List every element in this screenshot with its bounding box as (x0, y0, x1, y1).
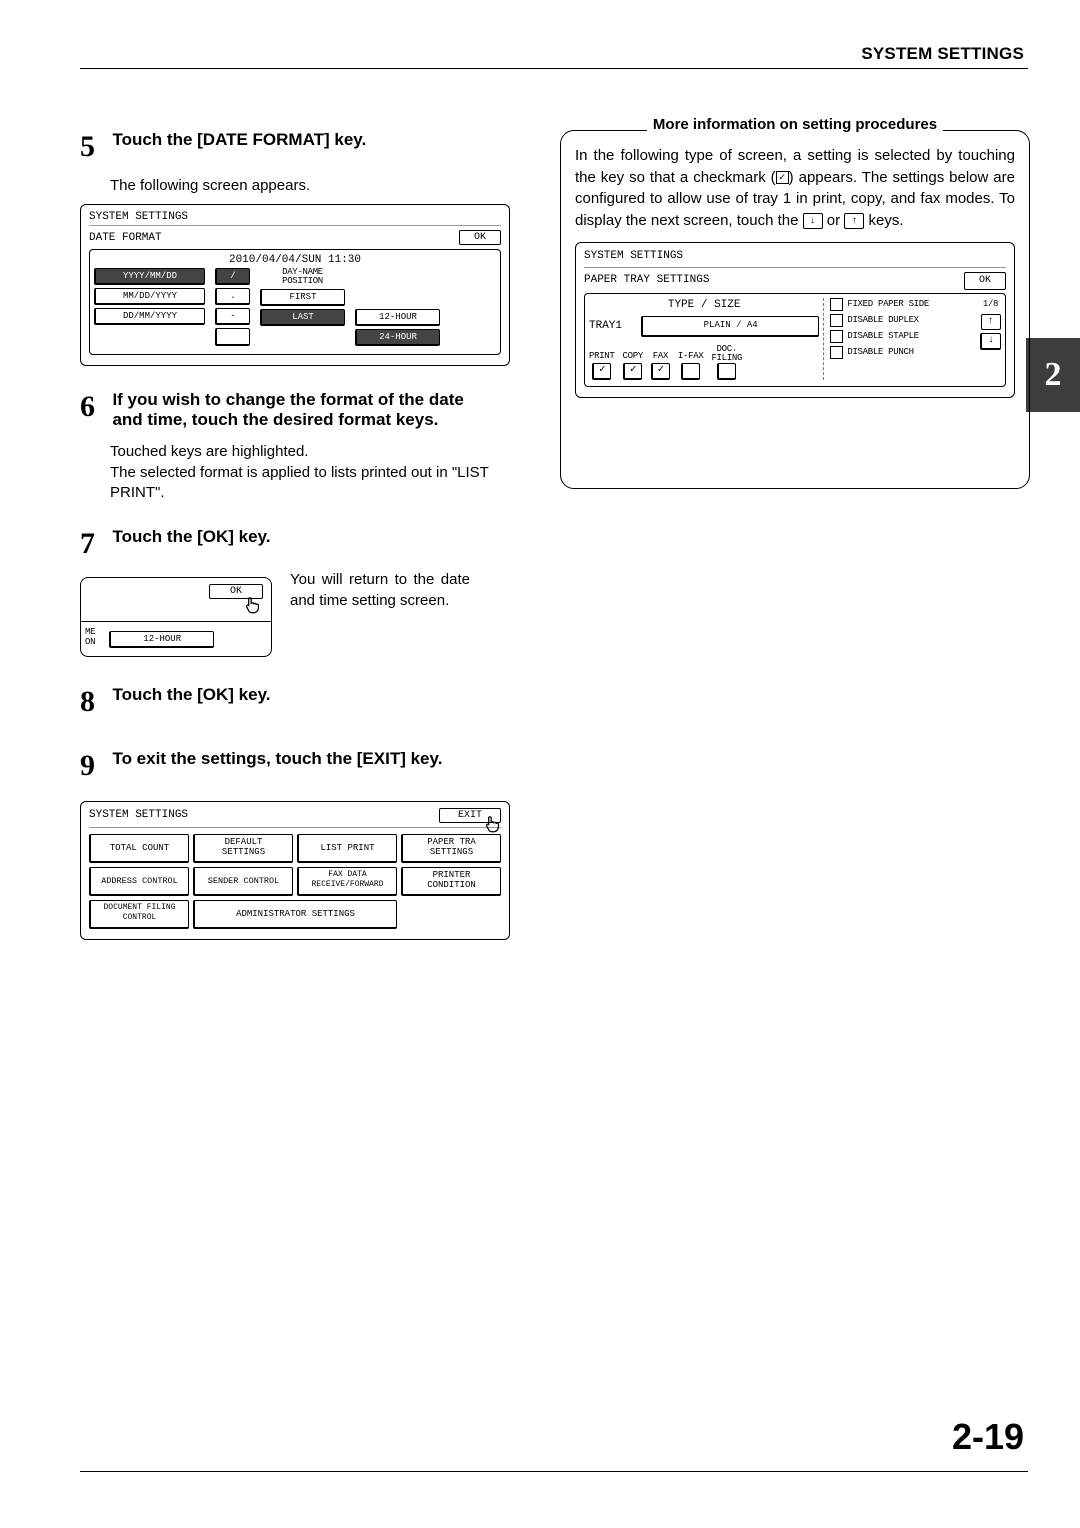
cropped-labels: MEON (85, 628, 95, 648)
page-header: SYSTEM SETTINGS (861, 44, 1024, 64)
ok-button[interactable]: OK (459, 230, 501, 245)
step-8: 8 Touch the [OK] key. (80, 685, 510, 719)
screen-title: SYSTEM SETTINGS (584, 249, 1006, 265)
type-size-label: TYPE / SIZE (589, 298, 819, 314)
step-7: 7 Touch the [OK] key. OK MEON (80, 527, 510, 657)
screen-title: SYSTEM SETTINGS (89, 809, 188, 821)
tray1-label: TRAY1 (589, 319, 631, 335)
info-callout: More information on setting procedures I… (560, 130, 1030, 489)
format-ddmmyyyy[interactable]: DD/MM/YYYY (94, 308, 205, 325)
chapter-tab: 2 (1026, 338, 1080, 412)
dayname-first[interactable]: FIRST (260, 289, 345, 306)
menu-doc-filing[interactable]: DOCUMENT FILINGCONTROL (89, 900, 189, 929)
step-number: 5 (80, 130, 108, 164)
down-arrow-icon: ↓ (803, 213, 823, 229)
header-rule (80, 68, 1028, 69)
checkbox-icon: ✓ (776, 171, 789, 184)
step-title: Touch the [OK] key. (112, 685, 492, 705)
step-6: 6 If you wish to change the format of th… (80, 390, 510, 503)
ok-button[interactable]: OK (209, 584, 263, 599)
step-body: Touched keys are highlighted. (110, 442, 510, 462)
opt-fixed-paper: FIXED PAPER SIDE (847, 298, 929, 311)
col-ifax: I-FAX (678, 350, 704, 363)
callout-body: In the following type of screen, a setti… (575, 145, 1015, 232)
screen-subtitle: DATE FORMAT (89, 232, 162, 244)
step-number: 9 (80, 749, 108, 783)
hand-cursor-icon (481, 814, 503, 834)
ok-button[interactable]: OK (964, 272, 1006, 291)
checkbox-disable-duplex[interactable] (830, 314, 843, 327)
separator-blank[interactable] (215, 328, 250, 346)
step-5: 5 Touch the [DATE FORMAT] key. The follo… (80, 130, 510, 366)
opt-disable-staple: DISABLE STAPLE (847, 330, 918, 343)
format-mmddyyyy[interactable]: MM/DD/YYYY (94, 288, 205, 305)
tray1-type-button[interactable]: PLAIN / A4 (641, 316, 819, 337)
menu-default-settings[interactable]: DEFAULTSETTINGS (193, 834, 293, 863)
page-up-button[interactable]: ↑ (981, 314, 1001, 330)
screen-subtitle: PAPER TRAY SETTINGS (584, 273, 709, 289)
callout-title: More information on setting procedures (647, 114, 943, 136)
up-arrow-icon: ↑ (844, 213, 864, 229)
checkbox-disable-staple[interactable] (830, 330, 843, 343)
checkbox-fax[interactable]: ✓ (651, 363, 670, 380)
hour-12[interactable]: 12-HOUR (355, 309, 440, 326)
opt-disable-punch: DISABLE PUNCH (847, 346, 913, 359)
step-aside: You will return to the date and time set… (290, 569, 470, 611)
step-body: The following screen appears. (110, 176, 510, 196)
opt-disable-duplex: DISABLE DUPLEX (847, 314, 918, 327)
menu-printer-condition[interactable]: PRINTERCONDITION (401, 867, 501, 896)
ok-screen-cropped: OK MEON 12-HOUR (80, 577, 272, 657)
separator-dash[interactable]: - (215, 308, 250, 325)
screen-title: SYSTEM SETTINGS (89, 211, 501, 223)
page-number: 2-19 (952, 1416, 1024, 1458)
checkbox-print[interactable]: ✓ (592, 363, 611, 380)
menu-paper-tray[interactable]: PAPER TRASETTINGS (401, 834, 501, 863)
date-format-screen: SYSTEM SETTINGS DATE FORMAT OK 2010/04/0… (80, 204, 510, 366)
step-9: 9 To exit the settings, touch the [EXIT]… (80, 749, 510, 940)
format-yyyymmdd[interactable]: YYYY/MM/DD (94, 268, 205, 285)
step-number: 8 (80, 685, 108, 719)
separator-dot[interactable]: . (215, 288, 250, 305)
menu-admin-settings[interactable]: ADMINISTRATOR SETTINGS (193, 900, 397, 929)
dayname-last[interactable]: LAST (260, 309, 345, 326)
step-number: 6 (80, 390, 108, 424)
page-down-button[interactable]: ↓ (980, 333, 1001, 350)
menu-list-print[interactable]: LIST PRINT (297, 834, 397, 863)
checkbox-fixed-side[interactable] (830, 298, 843, 311)
checkbox-docfiling[interactable] (717, 363, 736, 380)
step-title: If you wish to change the format of the … (112, 390, 492, 430)
menu-fax-data[interactable]: FAX DATARECEIVE/FORWARD (297, 867, 397, 896)
step-body: The selected format is applied to lists … (110, 463, 510, 504)
menu-total-count[interactable]: TOTAL COUNT (89, 834, 189, 863)
col-docfiling: DOC.FILING (711, 345, 742, 363)
step-title: Touch the [DATE FORMAT] key. (112, 130, 492, 150)
col-print: PRINT (589, 350, 615, 363)
col-fax: FAX (651, 350, 670, 363)
col-copy: COPY (623, 350, 643, 363)
page-indicator: 1/8 (983, 298, 998, 311)
datetime-display: 2010/04/04/SUN 11:30 (94, 254, 496, 266)
dayname-label: DAY-NAMEPOSITION (260, 268, 345, 286)
checkbox-disable-punch[interactable] (830, 346, 843, 359)
step-title: Touch the [OK] key. (112, 527, 492, 547)
menu-sender-control[interactable]: SENDER CONTROL (193, 867, 293, 896)
step-number: 7 (80, 527, 108, 561)
checkbox-copy[interactable]: ✓ (623, 363, 642, 380)
hour-12[interactable]: 12-HOUR (109, 631, 214, 648)
step-title: To exit the settings, touch the [EXIT] k… (112, 749, 492, 769)
checkbox-ifax[interactable] (681, 363, 700, 380)
exit-screen: SYSTEM SETTINGS EXIT TOTAL COUNT DEFAULT… (80, 801, 510, 940)
paper-tray-screen: SYSTEM SETTINGS PAPER TRAY SETTINGS OK T… (575, 242, 1015, 398)
hour-24[interactable]: 24-HOUR (355, 329, 440, 346)
separator-slash[interactable]: / (215, 268, 250, 285)
footer-rule (80, 1471, 1028, 1472)
menu-address-control[interactable]: ADDRESS CONTROL (89, 867, 189, 896)
